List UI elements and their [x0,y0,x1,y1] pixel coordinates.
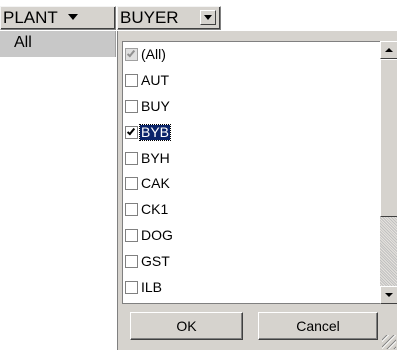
list-item[interactable]: BUY [123,94,380,120]
list-item[interactable]: (All) [123,42,380,68]
list-item[interactable]: CAK [123,171,380,197]
pivot-filter-ui: PLANT BUYER All (All) AUT BUY BYB BYH CA… [0,0,397,350]
checkbox-checked[interactable] [125,125,138,139]
buyer-filter-list: (All) AUT BUY BYB BYH CAK CK1 DOG GST IL… [122,41,380,304]
scrollbar-thumb[interactable] [380,59,397,217]
list-item-label: AUT [141,72,169,89]
dropdown-arrow-icon[interactable] [68,14,79,21]
list-item[interactable]: CK1 [123,197,380,223]
ok-button[interactable]: OK [130,312,243,340]
list-item-label: ILB [141,278,163,295]
list-item[interactable]: BYB [123,119,380,145]
checkbox[interactable] [125,280,138,294]
list-item[interactable]: AUT [123,68,380,94]
checkbox-all[interactable] [125,48,138,62]
resize-grip-icon[interactable] [382,335,396,349]
buyer-field-label: BUYER [120,8,179,27]
scroll-down-icon[interactable] [380,286,397,304]
list-item[interactable]: DOG [123,223,380,249]
checkbox[interactable] [125,254,138,268]
checkbox[interactable] [125,99,138,113]
list-item-label: CAK [141,175,170,192]
plant-field-label: PLANT [3,8,58,27]
checkbox[interactable] [125,228,138,242]
list-item-label: (All) [141,46,166,63]
scroll-up-icon[interactable] [380,41,397,59]
list-item-label: BUY [141,97,170,114]
scrollbar-track[interactable] [380,217,397,286]
checkbox[interactable] [125,177,138,191]
checkbox[interactable] [125,151,138,165]
cancel-button[interactable]: Cancel [258,312,378,340]
list-item[interactable]: ILB [123,274,380,300]
dropdown-button-icon[interactable] [200,10,216,25]
plant-field-button[interactable]: PLANT [0,6,116,30]
plant-value-cell: All [0,31,116,57]
list-item[interactable]: GST [123,248,380,274]
list-item-label: GST [141,252,170,269]
list-item-label: DOG [141,226,173,243]
list-item[interactable]: BYH [123,145,380,171]
vertical-scrollbar[interactable] [380,41,397,304]
list-item-label: CK1 [141,201,169,218]
buyer-filter-dropdown: (All) AUT BUY BYB BYH CAK CK1 DOG GST IL… [117,31,397,350]
list-item-label-selected: BYB [138,123,172,141]
buyer-field-button[interactable]: BUYER [117,6,221,30]
checkbox[interactable] [125,203,138,217]
list-item-label: BYH [141,149,170,166]
checkbox[interactable] [125,74,138,88]
